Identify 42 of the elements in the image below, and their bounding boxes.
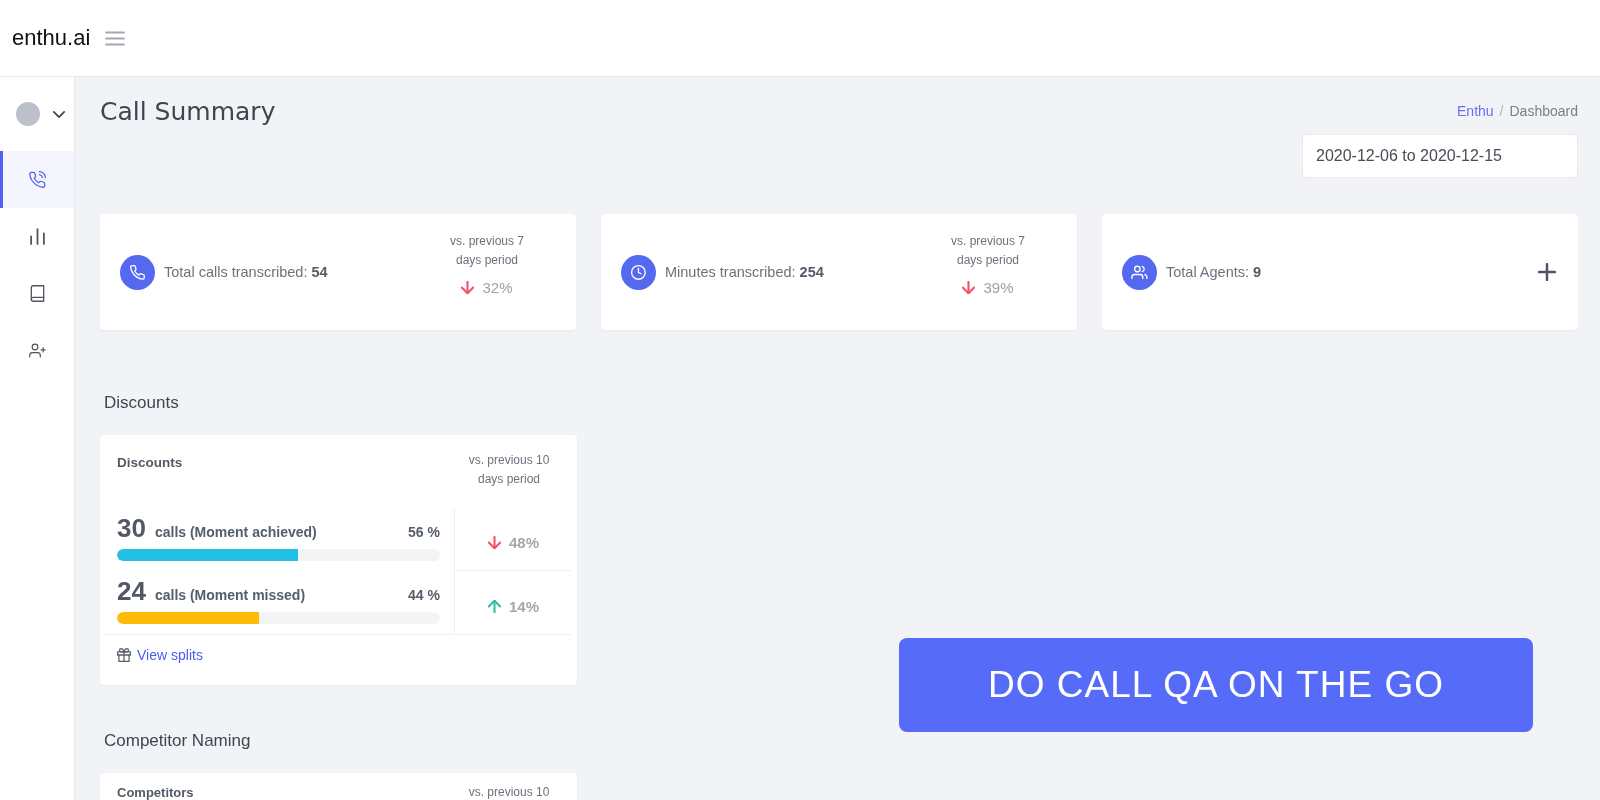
change-percent: 39%: [983, 278, 1014, 296]
change-percent: 32%: [482, 278, 513, 296]
users-icon: [1122, 254, 1157, 290]
user-plus-icon: [28, 342, 46, 359]
plus-icon[interactable]: [1538, 263, 1556, 281]
page-title: Call Summary: [100, 96, 276, 128]
stat-text: Minutes transcribed: 254: [665, 264, 824, 280]
section-heading: Competitor Naming: [103, 730, 252, 752]
avatar-placeholder: [16, 102, 40, 126]
breadcrumb-separator: /: [1499, 102, 1504, 121]
comparison-caption: vs. previous 10 days period: [467, 452, 551, 488]
date-range-field[interactable]: 2020-12-06 to 2020-12-15: [1302, 134, 1578, 178]
percent-text: 56 %: [408, 524, 440, 540]
phone-icon: [120, 254, 155, 290]
promo-banner-button[interactable]: DO CALL QA ON THE GO: [899, 638, 1533, 732]
moment-label: calls (Moment missed): [154, 587, 306, 603]
stat-text: Total calls transcribed: 54: [164, 264, 328, 280]
logo-text: enthu.ai: [12, 25, 91, 51]
comparison-caption: vs. previous 7 days period: [448, 232, 525, 269]
comparison-caption: vs. previous 10: [467, 785, 551, 800]
call-count: 30: [117, 513, 146, 544]
menu-icon[interactable]: [105, 30, 126, 46]
book-icon: [28, 285, 46, 302]
bar-chart-icon: [28, 228, 46, 245]
gift-icon: [117, 648, 131, 662]
chevron-down-icon[interactable]: [53, 110, 65, 118]
section-heading: Discounts: [103, 392, 180, 414]
moment-label: calls (Moment achieved): [154, 524, 317, 540]
breadcrumb-link[interactable]: Enthu: [1457, 101, 1494, 121]
card-title: Discounts: [117, 455, 183, 471]
change-percent: 14%: [509, 597, 539, 615]
phone-icon: [28, 171, 46, 188]
nav-item[interactable]: [0, 151, 74, 208]
call-count: 24: [117, 576, 146, 607]
comparison-caption: vs. previous 7 days period: [949, 232, 1026, 269]
percent-text: 44 %: [408, 587, 440, 603]
breadcrumb-current: Dashboard: [1509, 102, 1578, 121]
clock-icon: [621, 254, 656, 290]
card-title: Competitors: [117, 785, 194, 800]
view-splits-link[interactable]: View splits: [117, 645, 203, 665]
change-percent: 48%: [509, 534, 539, 551]
stat-text: Total Agents: 9: [1166, 264, 1262, 280]
